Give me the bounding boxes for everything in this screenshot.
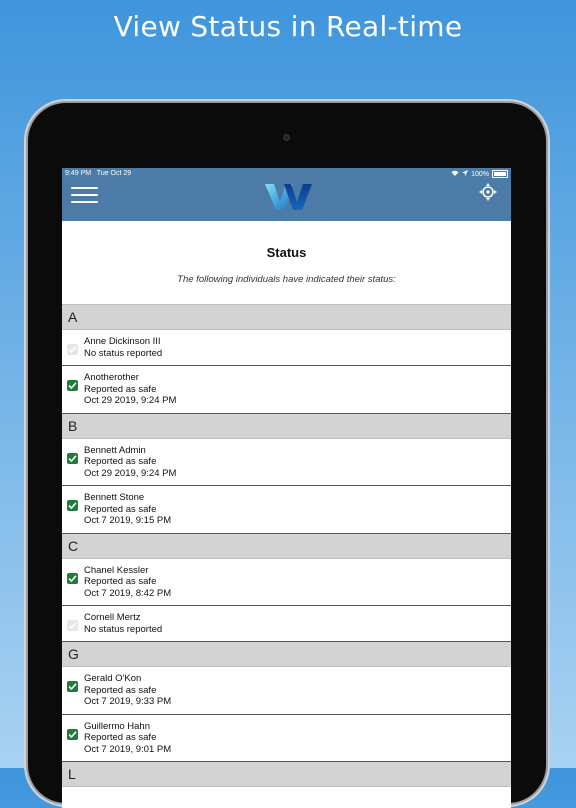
camera-dot: [283, 134, 290, 141]
person-timestamp: Oct 7 2019, 9:33 PM: [84, 696, 172, 707]
app-screen: 9:49 PM Tue Oct 29 100% Status The follo…: [62, 168, 511, 808]
person-name: Bennett Admin: [84, 444, 146, 456]
status-content: Status The following individuals have in…: [62, 245, 511, 787]
person-row[interactable]: Gerald O'Kon Reported as safe Oct 7 2019, …: [62, 667, 511, 715]
person-status: Reported as safe: [84, 576, 157, 587]
person-status: No status reported: [84, 623, 163, 635]
hamburger-icon: [71, 187, 98, 189]
person-status: Reported as safe: [84, 684, 157, 696]
section-header-b: B: [62, 413, 511, 439]
battery-icon: [492, 170, 508, 178]
tablet-frame: 9:49 PM Tue Oct 29 100% Status The follo…: [28, 103, 546, 808]
person-name: Guillermo Hahn: [84, 720, 150, 732]
person-name: Chanel Kessler: [84, 564, 149, 576]
person-timestamp: Oct 29 2019, 9:24 PM: [84, 395, 177, 406]
app-logo: [265, 184, 312, 210]
crosshair-icon: [479, 183, 497, 201]
person-name: Bennett Stone: [84, 492, 145, 503]
app-bar: 9:49 PM Tue Oct 29 100%: [62, 168, 511, 221]
person-row[interactable]: Bennett Stone Reported as safe Oct 7 2019,…: [62, 486, 511, 534]
location-icon: [462, 170, 469, 178]
headline: View Status in Real-time: [113, 10, 463, 43]
person-name: Anne Dickinson III: [84, 336, 161, 347]
status-time-value: 9:49 PM: [65, 170, 92, 177]
person-name: Cornell Mertz: [84, 612, 141, 623]
status-right: 100%: [451, 170, 508, 178]
status-checkbox-icon: [67, 452, 78, 464]
page-title: Status: [266, 245, 307, 260]
status-bar: 9:49 PM Tue Oct 29 100%: [62, 170, 511, 180]
person-row[interactable]: Guillermo Hahn Reported as safe Oct 7 2019…: [62, 714, 511, 762]
person-timestamp: Oct 29 2019, 9:24 PM: [84, 467, 177, 479]
person-status: Reported as safe: [84, 503, 157, 515]
wifi-icon: [451, 170, 459, 178]
person-status: Reported as safe: [84, 383, 157, 395]
battery-percent: 100%: [471, 170, 489, 178]
section-header-c: C: [62, 533, 511, 559]
page-subtitle: The following individuals have indicated…: [177, 274, 396, 285]
locate-button[interactable]: [479, 183, 497, 201]
person-row[interactable]: Chanel Kessler Reported as safe Oct 7 2019…: [62, 558, 511, 606]
person-timestamp: Oct 7 2019, 9:01 PM: [84, 743, 172, 755]
status-date-value: Tue Oct 29: [96, 170, 132, 177]
status-checkbox-icon: [67, 572, 78, 584]
section-header-g: G: [62, 642, 511, 667]
person-name: Gerald O'Kon: [84, 673, 142, 684]
person-status: Reported as safe: [84, 456, 157, 467]
person-name: Anotherother: [84, 372, 139, 383]
person-timestamp: Oct 7 2019, 8:42 PM: [84, 587, 172, 599]
status-checkbox-icon: [67, 344, 78, 355]
status-checkbox-icon: [67, 380, 78, 391]
person-timestamp: Oct 7 2019, 9:15 PM: [84, 515, 172, 526]
status-checkbox-icon: [67, 620, 78, 631]
status-checkbox-icon: [67, 500, 78, 511]
status-list: A Anne Dickinson III No status reported Ano…: [62, 304, 511, 787]
person-status: No status reported: [84, 347, 163, 359]
status-checkbox-icon: [67, 681, 78, 692]
section-header-a: A: [62, 305, 511, 330]
person-row[interactable]: Cornell Mertz No status reported: [62, 606, 511, 642]
person-status: Reported as safe: [84, 732, 157, 743]
hamburger-menu-button[interactable]: [71, 187, 98, 205]
person-row[interactable]: Anne Dickinson III No status reported: [62, 330, 511, 366]
status-checkbox-icon: [67, 728, 78, 740]
status-time: 9:49 PM Tue Oct 29: [65, 170, 131, 177]
person-row[interactable]: Anotherother Reported as safe Oct 29 2019,…: [62, 366, 511, 414]
section-header-l: L: [62, 762, 511, 787]
person-row[interactable]: Bennett Admin Reported as safe Oct 29 2019…: [62, 438, 511, 486]
